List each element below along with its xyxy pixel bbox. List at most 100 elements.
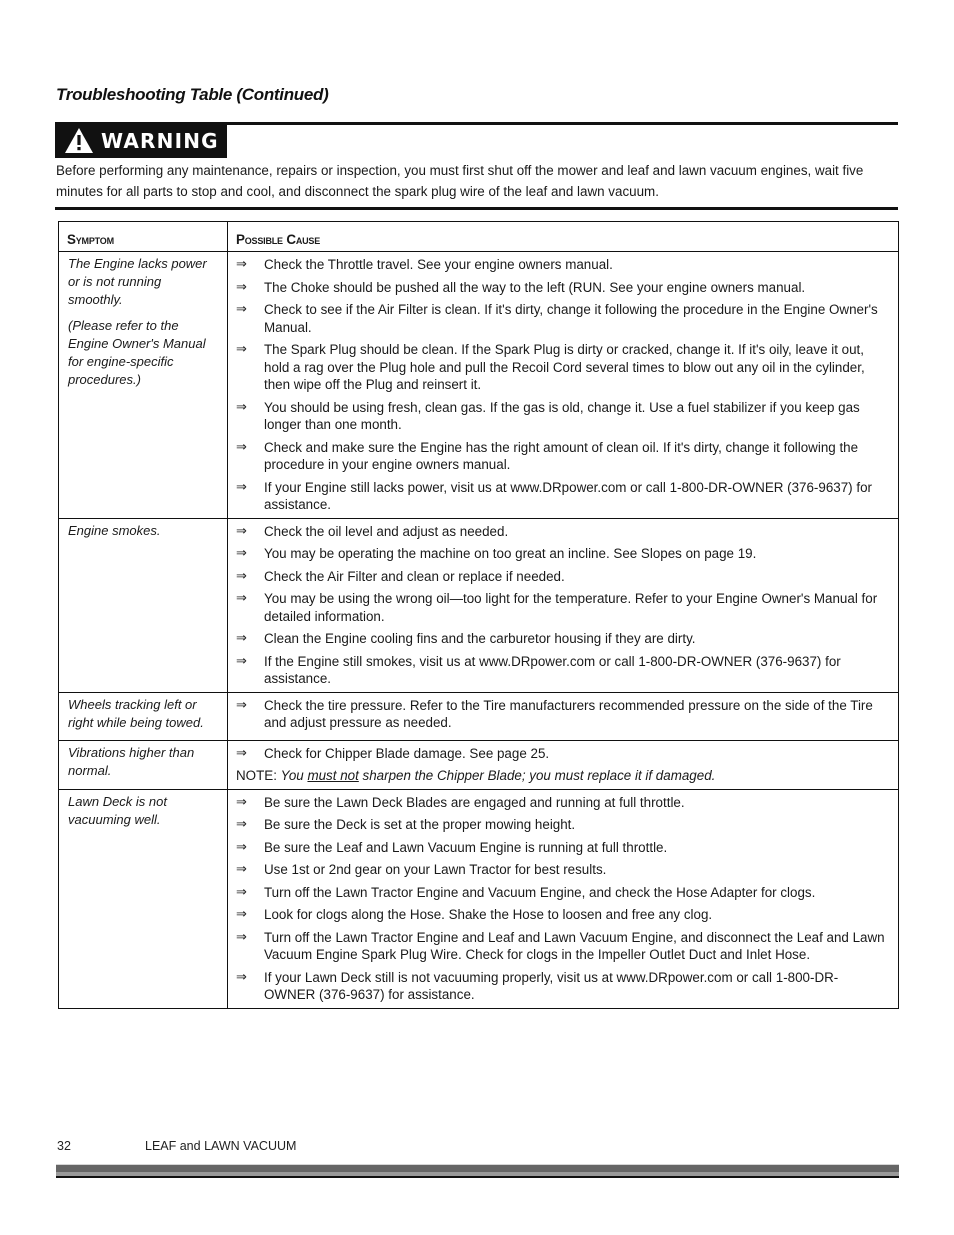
double-arrow-icon: ⇒: [236, 546, 247, 561]
cause-text: Be sure the Leaf and Lawn Vacuum Engine …: [264, 839, 668, 855]
double-arrow-icon: ⇒: [236, 839, 247, 855]
warning-label: WARNING: [101, 128, 219, 153]
cause-text: Turn off the Lawn Tractor Engine and Lea…: [264, 929, 885, 963]
double-arrow-icon: ⇒: [236, 794, 247, 810]
cause-item: ⇒ Be sure the Lawn Deck Blades are engage…: [236, 794, 888, 812]
double-arrow-icon: ⇒: [236, 568, 247, 584]
cause-text: Check for Chipper Blade damage. See page…: [264, 745, 550, 761]
possible-cause-cell: ⇒ Check the tire pressure. Refer to the T…: [227, 691, 899, 741]
cause-item: ⇒ Turn off the Lawn Tractor Engine and Le…: [236, 929, 888, 964]
double-arrow-icon: ⇒: [236, 342, 247, 357]
note-text: sharpen the Chipper Blade; you must repl…: [358, 768, 716, 783]
symptom-cell: Vibrations higher than normal.: [58, 739, 228, 790]
cause-item: ⇒ Check and make sure the Engine has the …: [236, 439, 888, 474]
note-text: You: [280, 768, 308, 783]
table-row: The Engine lacks power or is not running…: [58, 251, 899, 519]
header-possible-cause: Possible Cause: [227, 221, 899, 252]
symptom-cell: Engine smokes.: [58, 517, 228, 693]
symptom-text: Vibrations higher than normal.: [68, 744, 195, 778]
double-arrow-icon: ⇒: [236, 279, 247, 295]
cause-item: ⇒ Check to see if the Air Filter is clean…: [236, 301, 888, 336]
cause-text: You may be using the wrong oil—too light…: [264, 591, 878, 624]
table-row: Engine smokes. ⇒ Check the oil level and a…: [58, 517, 899, 693]
double-arrow-icon: ⇒: [236, 257, 247, 272]
note-prefix: NOTE:: [236, 768, 281, 783]
cause-item: ⇒ Check the tire pressure. Refer to the T…: [236, 697, 888, 732]
double-arrow-icon: ⇒: [236, 969, 247, 985]
cause-text: Check the tire pressure. Refer to the Ti…: [264, 697, 873, 731]
cause-text: Be sure the Lawn Deck Blades are engaged…: [264, 794, 685, 810]
symptom-text: Engine smokes.: [68, 522, 161, 538]
possible-cause-cell: ⇒ Check for Chipper Blade damage. See pag…: [227, 739, 899, 790]
cause-text: The Choke should be pushed all the way t…: [264, 279, 806, 295]
double-arrow-icon: ⇒: [236, 653, 247, 669]
symptom-text: Wheels tracking left or right while bein…: [68, 696, 204, 730]
possible-cause-cell: ⇒ Check the oil level and adjust as neede…: [227, 517, 899, 693]
symptom-cell: Lawn Deck is not vacuuming well.: [58, 788, 228, 1009]
section-title: Troubleshooting Table (Continued): [56, 85, 329, 104]
cause-item: ⇒ If the Engine still smokes, visit us at…: [236, 653, 888, 688]
double-arrow-icon: ⇒: [236, 745, 247, 761]
cause-text: Turn off the Lawn Tractor Engine and Vac…: [264, 884, 816, 900]
cause-item: ⇒ You may be using the wrong oil—too ligh…: [236, 590, 888, 625]
double-arrow-icon: ⇒: [236, 631, 247, 646]
cause-item: ⇒ Clean the Engine cooling fins and the c…: [236, 630, 888, 648]
cause-item: ⇒ Check for Chipper Blade damage. See pag…: [236, 745, 888, 763]
cause-text: The Spark Plug should be clean. If the S…: [264, 342, 865, 392]
warning-triangle-icon: [64, 127, 94, 154]
cause-text: Use 1st or 2nd gear on your Lawn Tractor…: [264, 862, 607, 877]
warning-badge: WARNING: [55, 123, 227, 158]
footer-product-title: LEAF and LAWN VACUUM: [145, 1139, 297, 1153]
cause-text: You should be using fresh, clean gas. If…: [264, 399, 860, 433]
cause-item: ⇒ Turn off the Lawn Tractor Engine and Va…: [236, 884, 888, 902]
double-arrow-icon: ⇒: [236, 302, 247, 317]
troubleshooting-table: Symptom Possible Cause The Engine lacks …: [58, 221, 899, 1009]
table-header-row: Symptom Possible Cause: [58, 221, 899, 252]
double-arrow-icon: ⇒: [236, 399, 247, 415]
symptom-cell: Wheels tracking left or right while bein…: [58, 691, 228, 741]
cause-item: ⇒ Check the oil level and adjust as neede…: [236, 523, 888, 541]
warning-bottom-rule: [55, 207, 898, 210]
note: NOTE: You must not sharpen the Chipper B…: [236, 767, 888, 785]
warning-text: Before performing any maintenance, repai…: [56, 163, 864, 199]
cause-item: ⇒ The Spark Plug should be clean. If the …: [236, 341, 888, 394]
double-arrow-icon: ⇒: [236, 862, 247, 877]
cause-text: Clean the Engine cooling fins and the ca…: [264, 631, 696, 646]
cause-text: Check the Throttle travel. See your engi…: [264, 257, 613, 272]
cause-item: ⇒ You may be operating the machine on too…: [236, 545, 888, 563]
table-row: Vibrations higher than normal. ⇒ Check for…: [58, 739, 899, 790]
cause-item: ⇒ Be sure the Deck is set at the proper m…: [236, 816, 888, 834]
possible-cause-cell: ⇒ Check the Throttle travel. See your eng…: [227, 251, 899, 519]
symptom-text: (Please refer to the Engine Owner's Manu…: [68, 318, 206, 387]
double-arrow-icon: ⇒: [236, 907, 247, 922]
cause-item: ⇒ The Choke should be pushed all the way …: [236, 279, 888, 297]
cause-text: Check to see if the Air Filter is clean.…: [264, 302, 878, 335]
cause-item: ⇒ You should be using fresh, clean gas. I…: [236, 399, 888, 434]
double-arrow-icon: ⇒: [236, 817, 247, 832]
symptom-cell: The Engine lacks power or is not running…: [58, 251, 228, 519]
footer-page-number: 32: [57, 1139, 71, 1153]
cause-text: If the Engine still smokes, visit us at …: [264, 653, 841, 687]
possible-cause-cell: ⇒ Be sure the Lawn Deck Blades are engage…: [227, 788, 899, 1009]
symptom-text: The Engine lacks power or is not running…: [68, 256, 207, 307]
note-emphasis: must not: [307, 768, 359, 783]
double-arrow-icon: ⇒: [236, 479, 247, 495]
cause-item: ⇒ Check the Throttle travel. See your eng…: [236, 256, 888, 274]
footer-bar: [56, 1164, 899, 1178]
double-arrow-icon: ⇒: [236, 697, 247, 713]
cause-text: If your Engine still lacks power, visit …: [264, 479, 872, 513]
symptom-text: Lawn Deck is not vacuuming well.: [68, 793, 167, 827]
cause-text: Check and make sure the Engine has the r…: [264, 439, 859, 473]
cause-item: ⇒ Look for clogs along the Hose. Shake th…: [236, 906, 888, 924]
cause-text: Look for clogs along the Hose. Shake the…: [264, 907, 713, 922]
cause-item: ⇒ Be sure the Leaf and Lawn Vacuum Engine…: [236, 839, 888, 857]
double-arrow-icon: ⇒: [236, 884, 247, 900]
cause-text: You may be operating the machine on too …: [264, 546, 757, 561]
double-arrow-icon: ⇒: [236, 439, 247, 455]
cause-text: If your Lawn Deck still is not vacuuming…: [264, 969, 839, 1003]
table-row: Lawn Deck is not vacuuming well. ⇒ Be sure…: [58, 788, 899, 1009]
cause-text: Check the Air Filter and clean or replac…: [264, 568, 565, 584]
double-arrow-icon: ⇒: [236, 591, 247, 606]
cause-item: ⇒ If your Lawn Deck still is not vacuumin…: [236, 969, 888, 1004]
double-arrow-icon: ⇒: [236, 523, 247, 539]
